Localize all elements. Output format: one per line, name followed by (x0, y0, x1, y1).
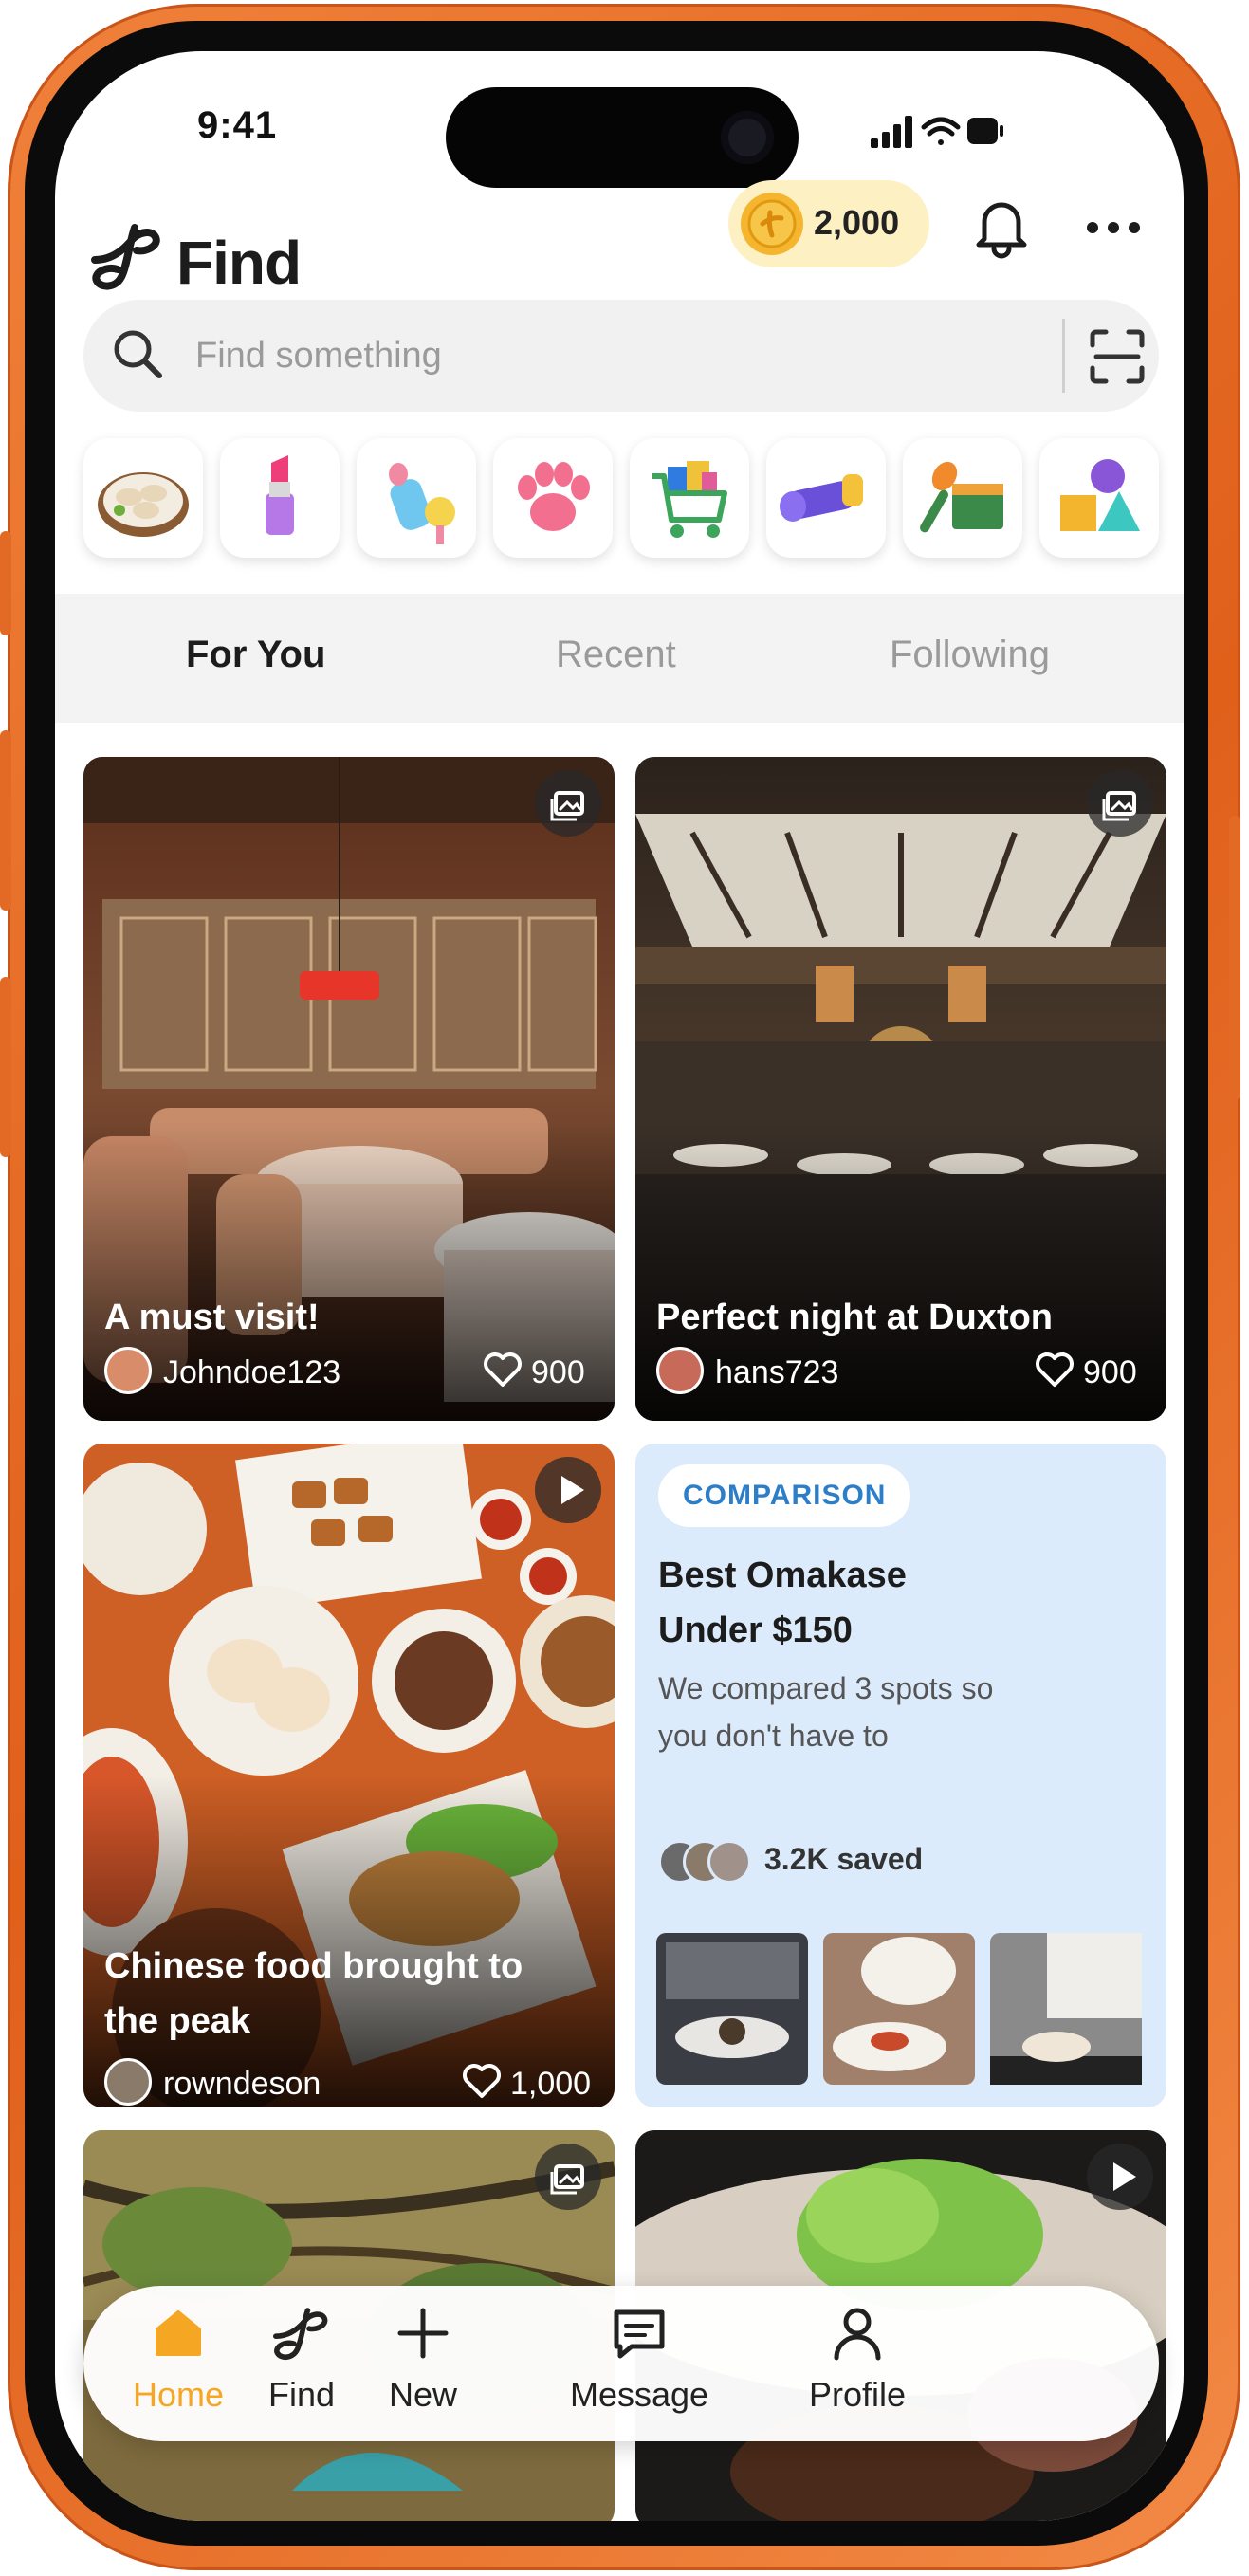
profile-icon[interactable] (827, 2303, 888, 2364)
shapes-icon (1060, 459, 1140, 531)
tab-recent[interactable]: Recent (556, 634, 676, 676)
category-shopping[interactable] (630, 438, 749, 558)
message-icon[interactable] (609, 2303, 670, 2364)
omakase-thumb-1[interactable] (656, 1933, 808, 2085)
baby-bottle-icon (389, 463, 455, 544)
card-likes: 1,000 (510, 2066, 592, 2102)
comparison-tag: COMPARISON (658, 1464, 911, 1527)
heart-icon[interactable] (482, 1351, 523, 1389)
gallery-icon (535, 770, 601, 837)
signal-icon (871, 116, 912, 148)
search-icon (114, 330, 162, 378)
avatar (656, 1347, 704, 1394)
heart-icon[interactable] (1034, 1351, 1075, 1389)
card-likes: 900 (531, 1354, 585, 1390)
feed-card-chinese-food[interactable]: Chinese food brought to the peak rowndes… (83, 1444, 615, 2107)
card-title-line1: Chinese food brought to (104, 1946, 523, 1986)
search-input[interactable]: Find something (195, 336, 442, 377)
gallery-icon (535, 2144, 601, 2210)
card-title: A must visit! (104, 1297, 320, 1337)
comparison-desc-line1: We compared 3 spots so (658, 1671, 994, 1705)
card-title-line2: the peak (104, 2001, 251, 2041)
omakase-thumb-3[interactable] (990, 1933, 1142, 2085)
volume-up-button (0, 730, 11, 911)
home-icon[interactable] (150, 2305, 207, 2362)
search-divider (1062, 319, 1065, 393)
tab-for-you[interactable]: For You (186, 634, 325, 676)
nav-profile[interactable]: Profile (781, 2375, 933, 2415)
category-food[interactable] (83, 438, 203, 558)
gallery-icon (1087, 770, 1153, 837)
volume-down-button (0, 977, 11, 1157)
bell-icon[interactable] (971, 193, 1032, 260)
app-name: Find (176, 229, 302, 297)
omakase-thumb-2[interactable] (823, 1933, 975, 2085)
find-logo-icon (91, 224, 160, 290)
card-title: Perfect night at Duxton (656, 1297, 1054, 1337)
plus-icon[interactable] (393, 2303, 453, 2364)
power-button (1229, 816, 1240, 1100)
category-fitness[interactable] (766, 438, 886, 558)
avatar (104, 1347, 152, 1394)
scan-icon[interactable] (1087, 326, 1148, 387)
avatar (104, 2058, 152, 2106)
paw-icon (518, 462, 590, 531)
status-icons (871, 116, 1003, 148)
category-pets[interactable] (493, 438, 613, 558)
category-toys[interactable] (1039, 438, 1159, 558)
feed-card-restaurant-1[interactable]: A must visit! Johndoe123 900 (83, 757, 615, 1421)
comparison-title-line2: Under $150 (658, 1610, 853, 1650)
play-icon[interactable] (535, 1457, 601, 1523)
lipstick-icon (266, 455, 294, 535)
coin-balance: 2,000 (814, 203, 900, 242)
battery-icon (967, 118, 1003, 144)
tab-following[interactable]: Following (890, 634, 1050, 676)
avatar (707, 1840, 751, 1884)
nav-message[interactable]: Message (563, 2375, 715, 2415)
card-username[interactable]: Johndoe123 (163, 1354, 340, 1391)
comparison-card[interactable]: COMPARISON Best Omakase Under $150 We co… (635, 1444, 1166, 2107)
dynamic-island (446, 87, 799, 188)
comparison-title-line1: Best Omakase (658, 1555, 907, 1595)
camera-icon (721, 111, 774, 164)
comparison-desc-line2: you don't have to (658, 1719, 889, 1753)
category-baby[interactable] (357, 438, 476, 558)
find-logo-icon[interactable] (271, 2303, 332, 2364)
shopping-cart-icon (652, 461, 727, 538)
heart-icon[interactable] (461, 2062, 503, 2100)
card-username[interactable]: rowndeson (163, 2066, 321, 2103)
category-beauty[interactable] (220, 438, 340, 558)
feed-card-restaurant-2[interactable]: Perfect night at Duxton hans723 900 (635, 757, 1166, 1421)
action-button (0, 531, 11, 635)
status-time: 9:41 (197, 104, 278, 146)
card-likes: 900 (1083, 1354, 1137, 1390)
card-username[interactable]: hans723 (715, 1354, 838, 1391)
yoga-mat-icon (780, 474, 863, 522)
wifi-icon (921, 117, 961, 145)
more-icon[interactable] (1085, 218, 1142, 237)
microphone-clapper-icon (920, 461, 1003, 533)
play-icon[interactable] (1087, 2144, 1153, 2210)
dumplings-icon (98, 472, 189, 537)
saved-count: 3.2K saved (764, 1842, 924, 1876)
nav-new[interactable]: New (347, 2375, 499, 2415)
screen: 9:41 Find 2,000 Find something For You R… (55, 51, 1184, 2521)
category-entertainment[interactable] (903, 438, 1022, 558)
coin-icon (741, 193, 803, 255)
